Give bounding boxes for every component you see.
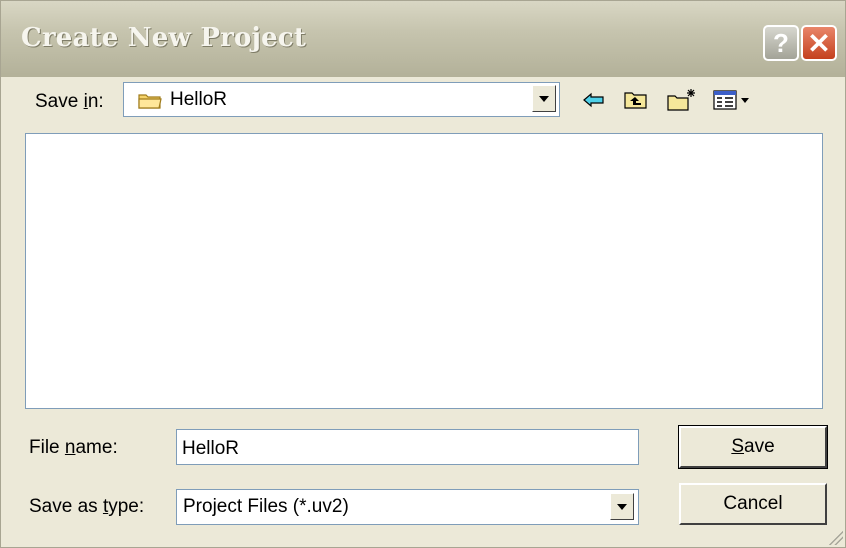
- title-bar[interactable]: Create New Project ? ✕: [1, 1, 845, 77]
- create-new-project-dialog: Create New Project ? ✕ Save in: HelloR F…: [0, 0, 846, 548]
- save-as-type-dropdown-button[interactable]: [610, 493, 634, 520]
- back-arrow-icon: [583, 92, 604, 108]
- resize-grip[interactable]: [827, 529, 843, 545]
- folder-icon: [138, 94, 162, 109]
- save-as-type-value: Project Files (*.uv2): [183, 496, 349, 517]
- save-in-value: HelloR: [170, 88, 228, 110]
- create-new-folder-button[interactable]: [666, 85, 698, 115]
- back-button[interactable]: [581, 85, 607, 115]
- help-icon: ?: [773, 27, 789, 58]
- save-in-dropdown-button[interactable]: [532, 85, 556, 112]
- chevron-down-icon: [617, 503, 627, 510]
- new-folder-icon: [667, 89, 695, 111]
- close-button[interactable]: ✕: [801, 25, 837, 61]
- file-name-label: File name:: [29, 437, 118, 458]
- file-name-input[interactable]: HelloR: [176, 429, 639, 465]
- help-button[interactable]: ?: [763, 25, 799, 61]
- save-button[interactable]: Save: [678, 425, 828, 469]
- close-icon: ✕: [807, 27, 831, 59]
- cancel-button[interactable]: Cancel: [679, 483, 827, 525]
- chevron-down-icon: [539, 95, 549, 102]
- up-folder-icon: [624, 92, 647, 109]
- dialog-title: Create New Project: [21, 23, 307, 53]
- view-menu-button[interactable]: [711, 85, 755, 115]
- save-as-type-dropdown[interactable]: Project Files (*.uv2): [176, 489, 639, 525]
- up-one-level-button[interactable]: [622, 85, 650, 115]
- save-in-dropdown[interactable]: HelloR: [123, 82, 560, 117]
- file-list[interactable]: [25, 133, 823, 409]
- save-as-type-label: Save as type:: [29, 496, 145, 517]
- save-in-label: Save in:: [35, 91, 104, 112]
- view-menu-icon: [713, 90, 749, 110]
